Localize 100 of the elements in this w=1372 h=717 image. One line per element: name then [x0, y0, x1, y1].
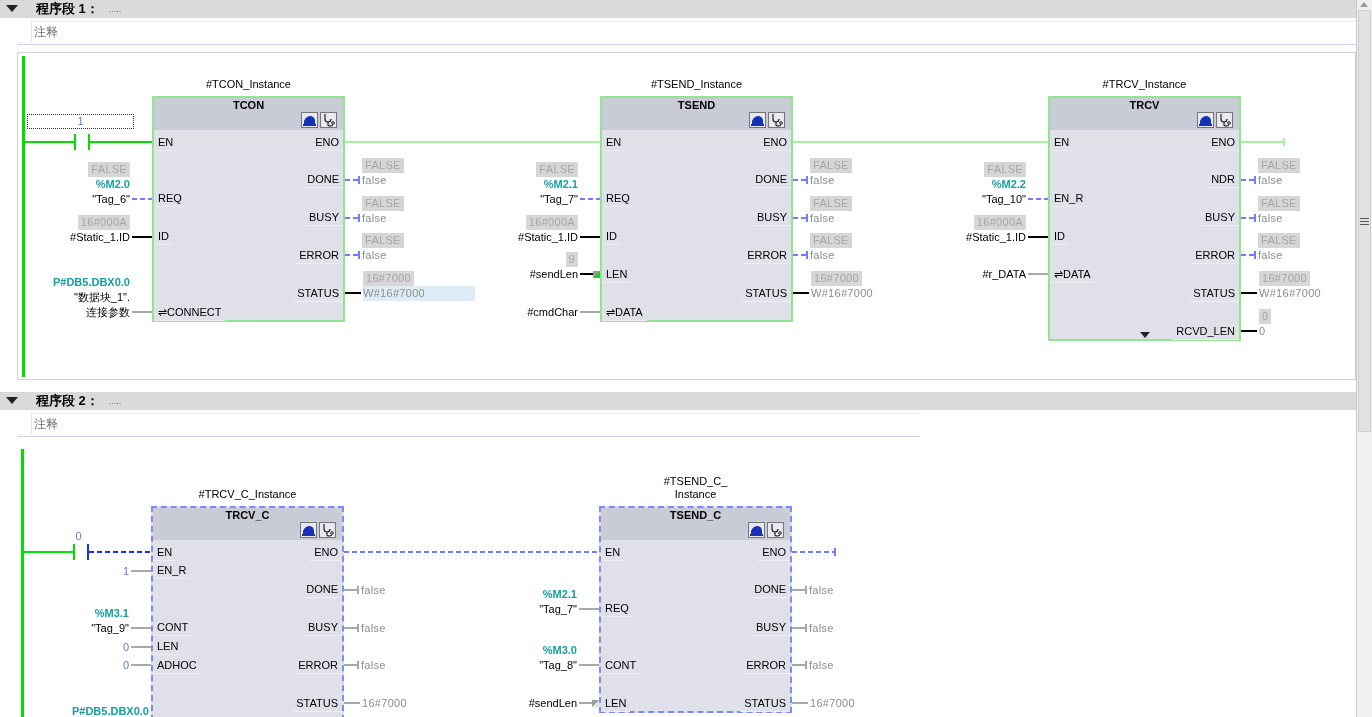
dome-icon[interactable]	[301, 112, 318, 128]
output-value: false	[810, 172, 835, 188]
operand-label: #sendLen	[528, 696, 577, 712]
address-label: %M2.2	[991, 176, 1026, 192]
operand-label: "Tag_8"	[539, 658, 577, 674]
pin-label: ERROR	[742, 656, 790, 674]
pin-label: EN_R	[1050, 190, 1088, 208]
operand-label: #Static_1.ID	[70, 229, 130, 245]
pin-label: ID	[1050, 228, 1069, 245]
contact-drawing[interactable]	[73, 544, 89, 560]
pin-label: EN	[602, 133, 626, 151]
pin-label: NDR	[1207, 171, 1239, 189]
network-dots: .....	[108, 4, 122, 14]
operand-label: "数据块_1". 连接参数	[73, 290, 130, 321]
pin-label: ENO	[759, 133, 791, 151]
operand-label: #cmdChar	[527, 305, 578, 321]
comment-field: 注释	[31, 412, 920, 434]
comment-field: 注释	[31, 20, 1356, 42]
wire	[89, 551, 151, 553]
output-value: false	[362, 210, 387, 226]
stethoscope-icon[interactable]	[320, 112, 337, 128]
pin-label: REQ	[602, 190, 634, 208]
collapse-triangle-icon[interactable]	[6, 397, 18, 405]
pin-label: ENO	[1207, 133, 1239, 151]
output-value: false	[1258, 248, 1283, 264]
contact-value: 1	[27, 114, 134, 129]
operand-label: #Static_1.ID	[518, 229, 578, 245]
block-type-label: TRCV_C	[224, 509, 271, 521]
pin-label: EN	[153, 543, 177, 561]
output-value: 16#7000	[362, 696, 407, 712]
dome-icon[interactable]	[1197, 112, 1214, 128]
instance-label: #TSEND_Instance	[649, 78, 744, 91]
pin-label: LEN	[153, 638, 183, 655]
pin-label: EN	[1050, 133, 1074, 151]
pin-label: ERROR	[294, 656, 342, 674]
scrollbar-thumb[interactable]	[1358, 10, 1371, 432]
block-type-label: TSEND	[676, 99, 717, 111]
pin-label: LEN	[602, 265, 632, 283]
address-label: %M2.0	[95, 176, 130, 192]
output-value: W#16#7000	[1259, 286, 1322, 302]
wire	[24, 551, 74, 553]
operand-label: "Tag_10"	[982, 191, 1026, 207]
output-value: false	[362, 172, 387, 188]
pin-label: LEN	[601, 694, 631, 712]
wire	[90, 141, 152, 143]
constant-value: 0	[122, 639, 129, 655]
constant-value: 0	[122, 658, 129, 674]
network-title: 程序段 1：	[36, 0, 99, 18]
output-value: false	[1258, 210, 1283, 226]
dome-icon[interactable]	[748, 522, 765, 538]
pin-label: STATUS	[292, 694, 342, 712]
expand-arrow-icon[interactable]	[1139, 332, 1150, 338]
address-label: P#DB5.DBX0.0	[52, 275, 130, 291]
pin-label: ERROR	[743, 246, 791, 264]
stethoscope-icon[interactable]	[319, 522, 336, 538]
address-label: %M2.1	[542, 586, 577, 602]
pin-label: DONE	[750, 581, 790, 599]
output-value: false	[1258, 172, 1283, 188]
pin-label: ENO	[311, 133, 343, 151]
pin-label: ERROR	[1191, 246, 1239, 264]
pin-label: ID	[154, 228, 173, 245]
address-label: %M2.1	[543, 176, 578, 192]
pin-label: BUSY	[1201, 209, 1239, 227]
output-value: false	[361, 582, 386, 598]
dome-icon[interactable]	[749, 112, 766, 128]
block-type-label: TSEND_C	[668, 509, 723, 521]
pin-label: STATUS	[741, 284, 791, 302]
collapse-triangle-icon[interactable]	[6, 5, 18, 13]
output-value: false	[361, 658, 386, 674]
dome-icon[interactable]	[300, 522, 317, 538]
operand-label: "Tag_7"	[539, 601, 577, 617]
wire	[25, 141, 75, 143]
stethoscope-icon[interactable]	[767, 522, 784, 538]
output-value: false	[809, 582, 834, 598]
pin-label: CONT	[601, 656, 641, 674]
network-title: 程序段 2：	[36, 392, 99, 410]
pin-label: EN	[154, 133, 178, 151]
pin-label: ⇌CONNECT	[154, 303, 226, 321]
pin-label: REQ	[601, 600, 633, 618]
operand-label: #sendLen	[529, 267, 578, 283]
pin-label: BUSY	[753, 209, 791, 227]
pin-label: EN_R	[153, 562, 191, 580]
stethoscope-icon[interactable]	[1216, 112, 1233, 128]
instance-label: #TRCV_Instance	[1101, 78, 1188, 91]
constant-value: 1	[122, 563, 129, 579]
operand-label: #r_DATA	[982, 267, 1026, 283]
output-value: false	[810, 248, 835, 264]
contact-value: 0	[74, 530, 83, 543]
pin-label: REQ	[154, 190, 186, 208]
pin-label: EN	[601, 543, 625, 561]
output-value: W#16#7000	[363, 286, 476, 302]
operand-label: #Static_1.ID	[966, 229, 1026, 245]
output-value: 0	[1259, 324, 1266, 339]
stethoscope-icon[interactable]	[768, 112, 785, 128]
pin-label: ID	[602, 228, 621, 245]
operand-label: "Tag_7"	[540, 191, 578, 207]
block-type-label: TCON	[231, 99, 266, 111]
pin-label: BUSY	[752, 619, 790, 637]
output-value: 16#7000	[810, 696, 855, 712]
output-value: false	[362, 248, 387, 264]
